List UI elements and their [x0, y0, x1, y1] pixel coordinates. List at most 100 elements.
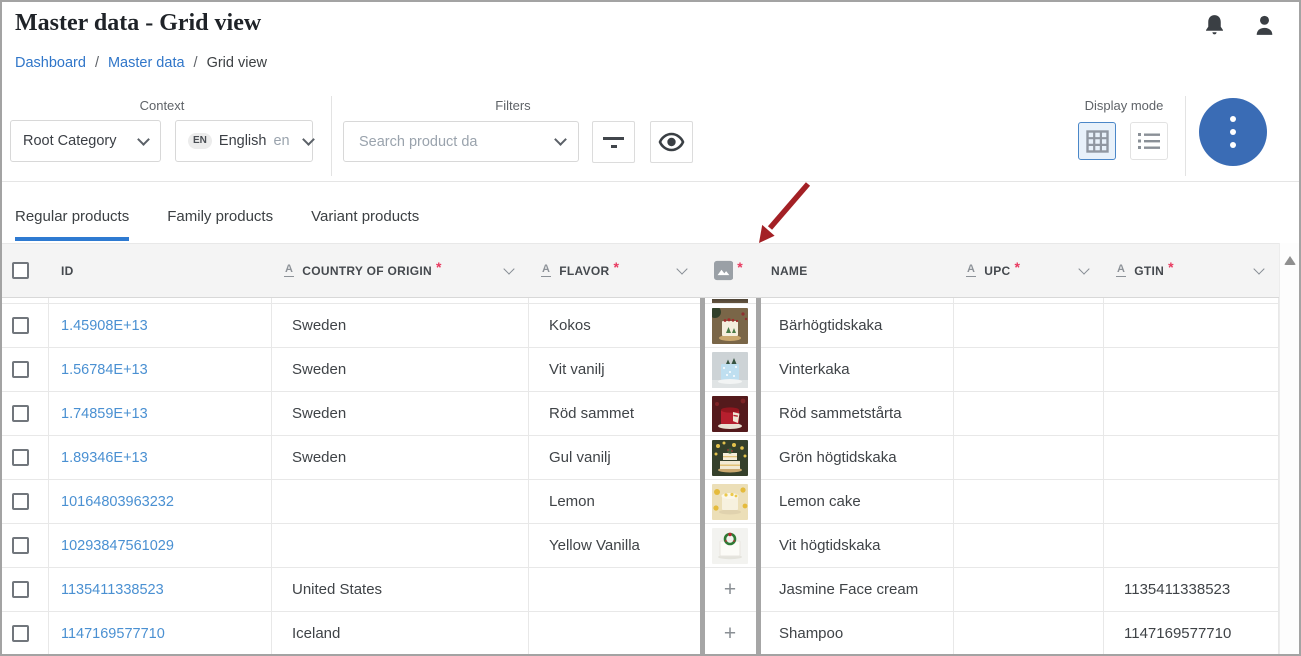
- cell-upc[interactable]: [954, 568, 1104, 612]
- cell-image[interactable]: [702, 348, 759, 392]
- row-checkbox[interactable]: [12, 361, 29, 378]
- column-header-country_of_origin[interactable]: ACOUNTRY OF ORIGIN*: [272, 244, 529, 297]
- cell-flavor[interactable]: Gul vanilj: [529, 436, 702, 480]
- row-checkbox[interactable]: [12, 317, 29, 334]
- product-image-red-velvet-cake-photo[interactable]: [712, 396, 748, 432]
- filter-button[interactable]: [592, 121, 635, 163]
- cell-flavor[interactable]: Vit vanilj: [529, 348, 702, 392]
- row-select-cell[interactable]: [2, 348, 49, 392]
- cell-flavor[interactable]: Lemon: [529, 480, 702, 524]
- row-checkbox[interactable]: [12, 405, 29, 422]
- chevron-down-icon[interactable]: [676, 263, 687, 274]
- cell-image[interactable]: +: [702, 568, 759, 612]
- tab-regular-products[interactable]: Regular products: [15, 195, 129, 241]
- cell-name[interactable]: Shampoo: [759, 612, 954, 656]
- cell-image[interactable]: +: [702, 612, 759, 656]
- chevron-down-icon[interactable]: [1078, 263, 1089, 274]
- cell-id[interactable]: 1.56784E+13: [49, 348, 272, 392]
- row-select-cell[interactable]: [2, 568, 49, 612]
- product-id-link[interactable]: 1.74859E+13: [61, 406, 148, 422]
- cell-image[interactable]: [702, 480, 759, 524]
- cell-name[interactable]: Röd sammetstårta: [759, 392, 954, 436]
- cell-upc[interactable]: [954, 304, 1104, 348]
- cell-upc[interactable]: [954, 524, 1104, 568]
- scrollbar-up-icon[interactable]: [1284, 256, 1296, 265]
- product-id-link[interactable]: 1.56784E+13: [61, 362, 148, 378]
- cell-image[interactable]: [702, 392, 759, 436]
- cell-country_of_origin[interactable]: Sweden: [272, 348, 529, 392]
- cell-name[interactable]: Bärhögtidskaka: [759, 304, 954, 348]
- column-header-upc[interactable]: AUPC*: [954, 244, 1104, 297]
- cell-id[interactable]: 1147169577710: [49, 612, 272, 656]
- cell-upc[interactable]: [954, 480, 1104, 524]
- chevron-down-icon[interactable]: [1253, 263, 1264, 274]
- column-header-name[interactable]: NAME: [759, 244, 954, 297]
- tab-variant-products[interactable]: Variant products: [311, 195, 419, 241]
- language-dropdown[interactable]: EN English en: [175, 120, 313, 162]
- cell-id[interactable]: 10164803963232: [49, 480, 272, 524]
- cell-upc[interactable]: [954, 392, 1104, 436]
- column-header-flavor[interactable]: AFLAVOR*: [529, 244, 702, 297]
- cell-id[interactable]: 10293847561029: [49, 524, 272, 568]
- cell-country_of_origin[interactable]: [272, 524, 529, 568]
- cell-name[interactable]: Grön högtidskaka: [759, 436, 954, 480]
- category-dropdown[interactable]: Root Category: [10, 120, 161, 162]
- cell-gtin[interactable]: 1135411338523: [1104, 568, 1279, 612]
- product-id-link[interactable]: 10164803963232: [61, 494, 174, 510]
- cell-gtin[interactable]: [1104, 348, 1279, 392]
- row-checkbox[interactable]: [12, 625, 29, 642]
- cell-flavor[interactable]: Yellow Vanilla: [529, 524, 702, 568]
- product-id-link[interactable]: 10293847561029: [61, 538, 174, 554]
- cell-country_of_origin[interactable]: Sweden: [272, 392, 529, 436]
- breadcrumb-master-data[interactable]: Master data: [108, 55, 185, 71]
- cell-flavor[interactable]: [529, 568, 702, 612]
- cell-gtin[interactable]: [1104, 436, 1279, 480]
- cell-gtin[interactable]: [1104, 392, 1279, 436]
- row-select-cell[interactable]: [2, 480, 49, 524]
- cell-name[interactable]: Jasmine Face cream: [759, 568, 954, 612]
- notification-bell-icon[interactable]: [1202, 13, 1227, 43]
- preview-button[interactable]: [650, 121, 693, 163]
- display-mode-grid-button[interactable]: [1078, 122, 1116, 160]
- cell-gtin[interactable]: [1104, 304, 1279, 348]
- cell-gtin[interactable]: 1147169577710: [1104, 612, 1279, 656]
- cell-upc[interactable]: [954, 348, 1104, 392]
- product-id-link[interactable]: 1.89346E+13: [61, 450, 148, 466]
- cell-name[interactable]: Lemon cake: [759, 480, 954, 524]
- add-image-plus-icon[interactable]: +: [724, 579, 736, 600]
- cell-country_of_origin[interactable]: Iceland: [272, 612, 529, 656]
- product-image-winter-cake-photo[interactable]: [712, 352, 748, 388]
- cell-country_of_origin[interactable]: Sweden: [272, 304, 529, 348]
- product-image-green-holiday-cake-photo[interactable]: [712, 440, 748, 476]
- product-id-link[interactable]: 1135411338523: [61, 582, 164, 598]
- row-checkbox[interactable]: [12, 581, 29, 598]
- cell-image[interactable]: [702, 304, 759, 348]
- cell-id[interactable]: 1.89346E+13: [49, 436, 272, 480]
- cell-upc[interactable]: [954, 436, 1104, 480]
- cell-country_of_origin[interactable]: [272, 480, 529, 524]
- product-image-white-holiday-cake-photo[interactable]: [712, 528, 748, 564]
- cell-id[interactable]: 1.45908E+13: [49, 304, 272, 348]
- actions-fab-button[interactable]: [1199, 98, 1267, 166]
- cell-upc[interactable]: [954, 612, 1104, 656]
- row-select-cell[interactable]: [2, 524, 49, 568]
- product-image-berry-holiday-cake-photo[interactable]: [712, 308, 748, 344]
- product-id-link[interactable]: 1147169577710: [61, 626, 165, 642]
- cell-image[interactable]: [702, 524, 759, 568]
- select-all-checkbox[interactable]: [12, 262, 29, 279]
- cell-id[interactable]: 1.74859E+13: [49, 392, 272, 436]
- user-profile-icon[interactable]: [1252, 13, 1277, 43]
- row-select-cell[interactable]: [2, 304, 49, 348]
- product-image-lemon-cake-photo[interactable]: [712, 484, 748, 520]
- search-filter-dropdown[interactable]: [343, 121, 579, 162]
- cell-gtin[interactable]: [1104, 524, 1279, 568]
- cell-flavor[interactable]: Kokos: [529, 304, 702, 348]
- breadcrumb-dashboard[interactable]: Dashboard: [15, 55, 86, 71]
- tab-family-products[interactable]: Family products: [167, 195, 273, 241]
- add-image-plus-icon[interactable]: +: [724, 623, 736, 644]
- product-id-link[interactable]: 1.45908E+13: [61, 318, 148, 334]
- vertical-scrollbar[interactable]: [1279, 243, 1299, 655]
- column-header-image[interactable]: *: [702, 244, 759, 297]
- chevron-down-icon[interactable]: [503, 263, 514, 274]
- cell-gtin[interactable]: [1104, 480, 1279, 524]
